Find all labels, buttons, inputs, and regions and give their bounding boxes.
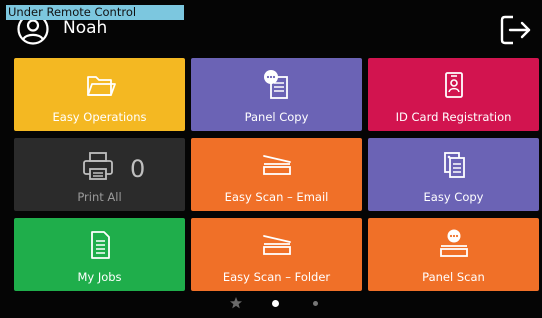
logout-icon[interactable]	[499, 14, 533, 46]
tile-print-all[interactable]: 0 Print All	[14, 138, 185, 211]
tile-easy-operations[interactable]: Easy Operations	[14, 58, 185, 131]
print-job-count: 0	[130, 155, 146, 183]
copy-documents-icon	[443, 152, 465, 178]
page-indicator	[0, 296, 542, 314]
tile-label: Easy Operations	[52, 110, 147, 124]
tile-id-card-registration[interactable]: ID Card Registration	[368, 58, 539, 131]
scanner-icon	[262, 235, 291, 255]
panel-copy-icon	[263, 70, 288, 99]
star-icon[interactable]	[229, 296, 243, 310]
folder-icon	[86, 76, 116, 96]
tile-easy-scan-folder[interactable]: Easy Scan – Folder	[191, 218, 362, 291]
tile-easy-scan-email[interactable]: Easy Scan – Email	[191, 138, 362, 211]
user-name: Noah	[63, 18, 108, 38]
tile-label: Easy Copy	[423, 190, 484, 204]
printer-icon	[83, 152, 113, 180]
tile-label: My Jobs	[77, 270, 122, 284]
tile-my-jobs[interactable]: My Jobs	[14, 218, 185, 291]
tile-label: Easy Scan – Email	[224, 190, 329, 204]
tile-panel-copy[interactable]: Panel Copy	[191, 58, 362, 131]
tile-label: Panel Scan	[422, 270, 485, 284]
remote-control-banner: Under Remote Control	[6, 5, 184, 20]
app-tile-grid: Easy Operations Panel Copy ID Card Regis…	[14, 58, 540, 292]
page-dot[interactable]	[313, 301, 318, 306]
tile-label: Panel Copy	[244, 110, 309, 124]
document-list-icon	[90, 231, 110, 259]
panel-scan-icon	[439, 229, 468, 257]
tile-panel-scan[interactable]: Panel Scan	[368, 218, 539, 291]
tile-easy-copy[interactable]: Easy Copy	[368, 138, 539, 211]
scanner-icon	[262, 155, 291, 175]
tile-label: ID Card Registration	[395, 110, 512, 124]
id-card-icon	[444, 72, 463, 98]
tile-label: Easy Scan – Folder	[222, 270, 331, 284]
tile-label: Print All	[77, 190, 122, 204]
page-dot-active[interactable]	[272, 300, 279, 307]
